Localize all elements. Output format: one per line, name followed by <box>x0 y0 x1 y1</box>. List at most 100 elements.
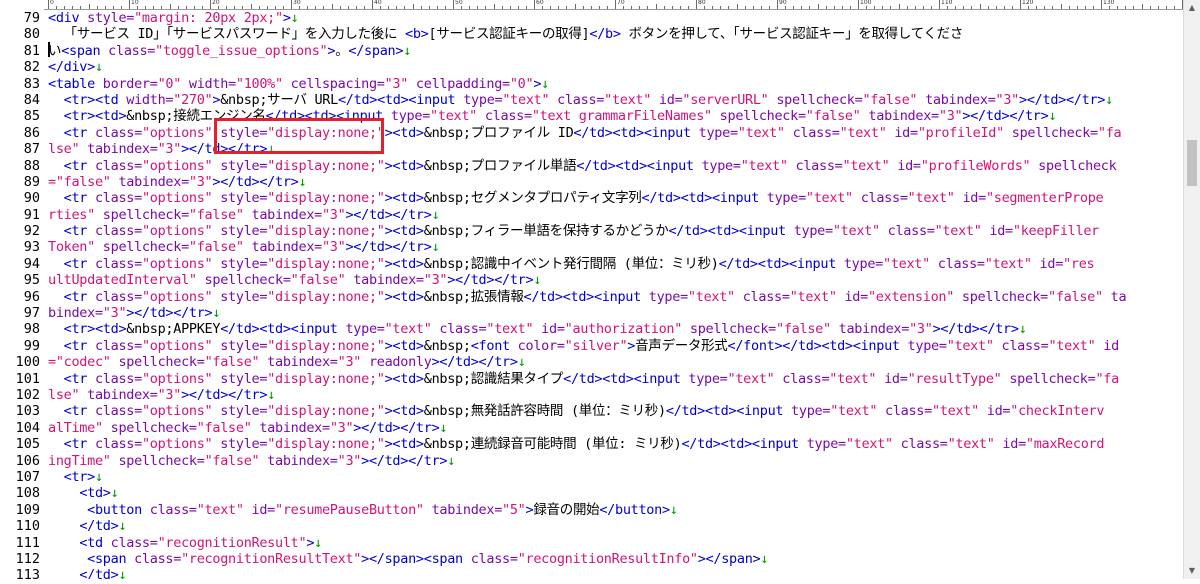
code-line[interactable]: ultUpdatedInterval" spellcheck="false" t… <box>48 272 1184 288</box>
code-token: class= <box>877 403 932 420</box>
code-line[interactable]: <tr class="options" style="display:none;… <box>48 436 1184 452</box>
code-line[interactable]: <tr>↓ <box>48 469 1184 485</box>
line-break-arrow-icon: ↓ <box>298 173 307 190</box>
code-token: </font></td><td><input <box>727 337 901 354</box>
code-line[interactable]: </div>↓ <box>48 59 1184 75</box>
ruler-tick <box>493 4 495 9</box>
code-line[interactable]: <tr class="options" style="display:none;… <box>48 371 1184 387</box>
code-line[interactable]: <button class="text" id="resumePauseButt… <box>48 502 1184 518</box>
ruler-tick <box>598 6 600 9</box>
code-token: type= <box>899 337 947 354</box>
code-line[interactable]: <tr class="options" style="display:none;… <box>48 223 1184 239</box>
scrollbar-thumb[interactable] <box>1187 140 1197 186</box>
ruler-tick <box>906 6 908 9</box>
ruler-tick <box>898 4 900 9</box>
code-token: "text" <box>907 190 955 207</box>
scroll-up-arrow-icon[interactable]: ▲ <box>1184 0 1200 16</box>
code-line[interactable]: ="false" tabindex="3"></td></tr>↓ <box>48 174 1184 190</box>
code-token: class= <box>929 255 985 272</box>
line-number: 105 <box>15 436 40 453</box>
code-token: <td <box>79 534 103 551</box>
line-number: 98 <box>23 321 40 338</box>
line-break-arrow-icon: ↓ <box>118 567 127 579</box>
line-break-arrow-icon: ↓ <box>669 501 678 518</box>
code-line[interactable]: <tr class="options" style="display:none;… <box>48 338 1184 354</box>
scroll-down-arrow-icon[interactable]: ▼ <box>1184 563 1200 579</box>
code-token: type= <box>783 403 831 420</box>
code-token: id= <box>886 124 918 141</box>
ruler-tick <box>420 6 422 9</box>
code-token: spellcheck= <box>1003 124 1098 141</box>
ruler-tick <box>226 6 228 9</box>
line-number: 92 <box>23 223 40 240</box>
ruler-tick <box>72 6 74 9</box>
code-line[interactable]: ="codec" spellcheck="false" tabindex="3"… <box>48 354 1184 370</box>
code-line[interactable]: </td>↓ <box>48 518 1184 534</box>
code-token: "100%" <box>235 75 283 92</box>
line-break-arrow-icon: ↓ <box>447 452 456 469</box>
code-line[interactable]: <tr class="options" style="display:none;… <box>48 256 1184 272</box>
code-line[interactable]: 「サービス ID」「サービスパスワード」を入力した後に <b>[サービス認証キー… <box>48 26 1184 42</box>
code-line[interactable]: <tr class="options" style="display:none;… <box>48 289 1184 305</box>
code-token: border= <box>94 75 158 92</box>
code-token: "display:none;" <box>267 403 385 420</box>
code-line[interactable]: <tr class="options" style="display:none;… <box>48 190 1184 206</box>
ruler-tick <box>193 6 195 9</box>
code-line[interactable]: <tr><td>&nbsp;APPKEY</td><td><input type… <box>48 321 1184 337</box>
ruler-tick <box>88 4 90 9</box>
code-line[interactable]: <table border="0" width="100%" cellspaci… <box>48 76 1184 92</box>
code-line[interactable]: <td class="recognitionResult">↓ <box>48 535 1184 551</box>
code-token: <table <box>48 75 95 92</box>
ruler-tick <box>979 4 981 9</box>
code-token: &nbsp;セグメンタプロパティ文字列 <box>423 190 642 207</box>
line-number-gutter: 79 80 81 82 83 84 85 86 87 88 89 90 91 92 93 94 95 96 97 98… <box>0 10 44 583</box>
code-token: style= <box>79 10 135 26</box>
code-line[interactable]: rties" spellcheck="false" tabindex="3"><… <box>48 207 1184 223</box>
code-line[interactable]: <span class="recognitionResultText"></sp… <box>48 551 1184 567</box>
ruler-tick <box>396 6 398 9</box>
code-editor[interactable]: <div style="margin: 20px 2px;">↓ 「サービス I… <box>48 10 1184 579</box>
code-token: <tr><td> <box>63 108 127 125</box>
ruler-tick <box>1060 4 1062 9</box>
code-token: "profileWords" <box>920 157 1031 174</box>
line-number: 112 <box>15 550 40 567</box>
code-token: "toggle_issue_options" <box>155 42 328 59</box>
code-token: "text" <box>829 370 877 387</box>
ruler-tick <box>687 6 689 9</box>
code-token: style= <box>212 288 268 305</box>
line-break-arrow-icon: ↓ <box>541 75 549 92</box>
ruler-tick <box>509 6 511 9</box>
code-line[interactable]: bindex="3"></td></tr>↓ <box>48 305 1184 321</box>
code-token: color= <box>509 337 565 354</box>
code-token: > <box>282 10 291 26</box>
code-line[interactable]: <tr class="options" style="display:none;… <box>48 158 1184 174</box>
code-line[interactable]: <tr><td width="270">&nbsp;サーバ URL</td><t… <box>48 92 1184 108</box>
code-token: id= <box>954 190 986 207</box>
code-token: "text" <box>196 501 244 518</box>
code-token: ボタンを押して、「サービス認証キー」を取得してくださ <box>620 26 964 43</box>
code-line[interactable]: Token" spellcheck="false" tabindex="3"><… <box>48 239 1184 255</box>
code-line[interactable]: ingTime" spellcheck="false" tabindex="3"… <box>48 453 1184 469</box>
code-token: class= <box>774 370 830 387</box>
code-token: id= <box>876 370 908 387</box>
ruler-label: 0 <box>50 0 54 6</box>
code-line[interactable]: <div style="margin: 20px 2px;">↓ <box>48 10 1184 26</box>
code-line[interactable]: <td>↓ <box>48 485 1184 501</box>
code-line[interactable]: <tr class="options" style="display:none;… <box>48 403 1184 419</box>
vertical-scrollbar[interactable]: ▲ ▼ <box>1183 0 1200 579</box>
code-line[interactable]: lse" tabindex="3"></td></tr>↓ <box>48 387 1184 403</box>
code-line[interactable]: </td>↓ <box>48 567 1184 579</box>
code-line[interactable]: alTime" spellcheck="false" tabindex="3">… <box>48 420 1184 436</box>
ruler-tick <box>1165 6 1167 9</box>
code-token: "3" <box>384 75 409 92</box>
code-token: "serverURL" <box>682 91 769 108</box>
code-token: "text" <box>830 403 878 420</box>
code-token: "3" <box>188 173 213 190</box>
code-token: "display:none;" <box>267 370 385 387</box>
line-break-arrow-icon: ↓ <box>431 239 440 256</box>
code-token: &nbsp;認識結果タイプ <box>423 370 564 387</box>
code-line[interactable]: い<span class="toggle_issue_options">。</s… <box>48 43 1184 59</box>
